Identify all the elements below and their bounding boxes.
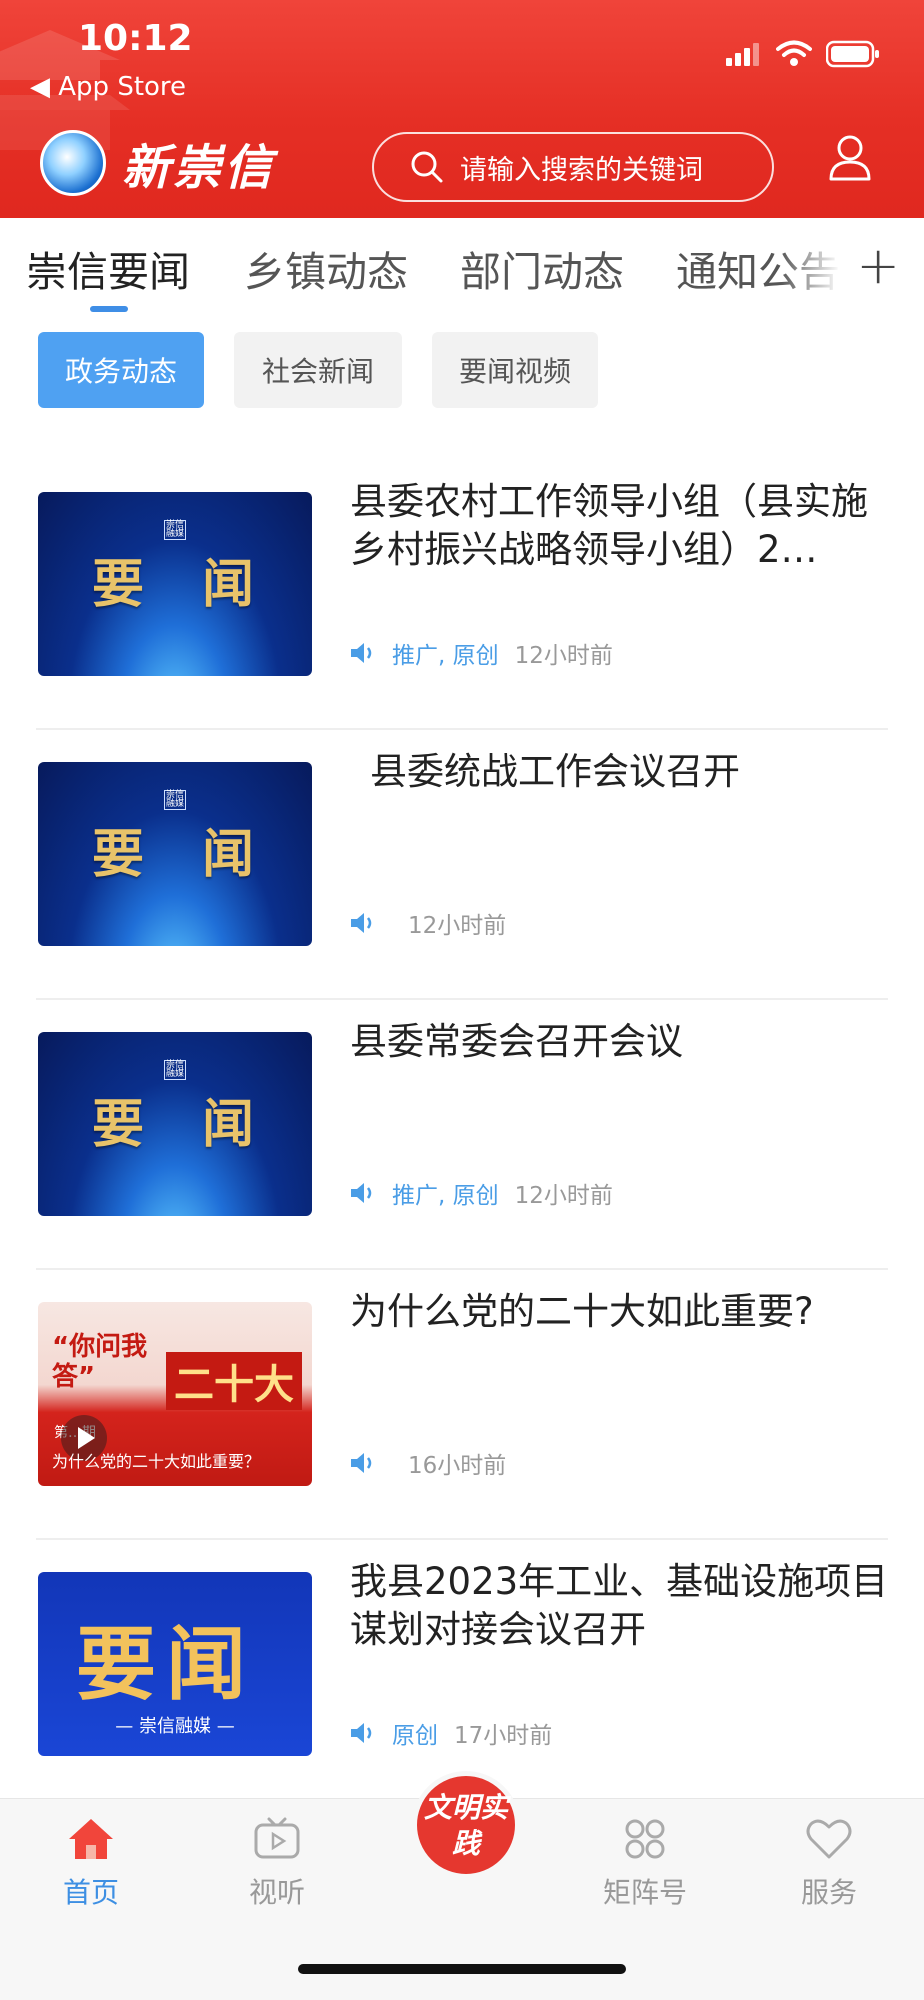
news-title: 县委农村工作领导小组（县实施乡村振兴战略领导小组）2… — [350, 480, 868, 571]
news-meta: 原创 17小时前 — [350, 1716, 552, 1750]
news-item[interactable]: “你问我答” 二十大 第…期 为什么党的二十大如此重要？ 为什么党的二十大如此重… — [36, 1270, 888, 1540]
news-meta: 推广, 原创 12小时前 — [350, 1176, 613, 1210]
news-thumbnail: 要闻 — 崇信融媒 — — [38, 1572, 312, 1756]
news-item[interactable]: 要闻 — 崇信融媒 — 我县2023年工业、基础设施项目谋划对接会议召开 原创 … — [36, 1540, 888, 1790]
thumbnail-text: 要 — [92, 555, 145, 615]
video-caption: 为什么党的二十大如此重要？ — [52, 1452, 261, 1471]
thumbnail-text: 要闻 — [76, 1618, 256, 1711]
civilization-practice-button[interactable]: 文明实践 — [412, 1771, 520, 1879]
news-item[interactable]: 崇信融媒 要 闻 县委常委会召开会议 推广, 原创 12小时前 — [36, 1000, 888, 1270]
subtab-society[interactable]: 社会新闻 — [234, 332, 402, 408]
subtab-video[interactable]: 要闻视频 — [432, 332, 598, 408]
news-time: 12小时前 — [514, 643, 613, 669]
tab-town-news[interactable]: 乡镇动态 — [244, 238, 408, 298]
nav-label: 视听 — [248, 1876, 305, 1909]
thumbnail-text: 闻 — [202, 825, 255, 885]
news-title: 为什么党的二十大如此重要? — [350, 1290, 814, 1333]
search-bar[interactable]: 请输入搜索的关键词 — [372, 132, 774, 202]
tab-chongxin-news[interactable]: 崇信要闻 — [26, 238, 190, 298]
signal-icon — [726, 43, 759, 66]
active-tab-indicator — [90, 306, 128, 312]
news-meta: 12小时前 — [350, 906, 506, 940]
nav-label: 服务 — [800, 1876, 857, 1909]
tab-fade — [780, 232, 840, 302]
speaker-icon[interactable] — [350, 642, 376, 664]
news-time: 16小时前 — [408, 1453, 507, 1479]
thumbnail-text: 闻 — [202, 1095, 255, 1155]
thumbnail-brand: 崇信融媒 — [164, 790, 186, 810]
video-big-text: 二十大 — [166, 1352, 302, 1410]
news-title: 县委常委会召开会议 — [350, 1020, 683, 1063]
thumbnail-text: 闻 — [202, 555, 255, 615]
thumbnail-brand: 崇信融媒 — [164, 520, 186, 540]
add-tab-icon[interactable]: + — [856, 236, 900, 296]
app-logo: 新崇信 — [40, 128, 275, 198]
battery-icon — [826, 40, 879, 68]
home-icon — [69, 1819, 113, 1859]
heart-icon — [806, 1819, 852, 1859]
app-header: 10:12 ◀ App Store 新崇信 请输入搜索的关键词 — [0, 0, 924, 218]
nav-audio-video[interactable]: 视听 — [222, 1817, 332, 1911]
app-name: 新崇信 — [122, 140, 276, 196]
grid-icon — [625, 1819, 665, 1859]
user-icon[interactable] — [828, 134, 872, 182]
news-tags: 推广, 原创 — [392, 1183, 499, 1209]
nav-services[interactable]: 服务 — [774, 1817, 884, 1911]
news-title: 县委统战工作会议召开 — [370, 750, 740, 793]
video-badge: “你问我答” — [52, 1332, 148, 1392]
news-item[interactable]: 崇信融媒 要 闻 县委农村工作领导小组（县实施乡村振兴战略领导小组）2… 推广,… — [36, 460, 888, 730]
thumbnail-text: 要 — [92, 825, 145, 885]
nav-label: 矩阵号 — [602, 1876, 687, 1909]
thumbnail-text: 要 — [92, 1095, 145, 1155]
news-thumbnail: 崇信融媒 要 闻 — [38, 762, 312, 946]
news-item[interactable]: 崇信融媒 要 闻 县委统战工作会议召开 12小时前 — [36, 730, 888, 1000]
home-indicator — [298, 1964, 626, 1974]
nav-label: 首页 — [62, 1876, 119, 1909]
news-meta: 推广, 原创 12小时前 — [350, 636, 613, 670]
search-placeholder: 请输入搜索的关键词 — [460, 154, 703, 186]
thumbnail-brand: 崇信融媒 — [164, 1060, 186, 1080]
search-icon — [411, 151, 443, 183]
subtab-government[interactable]: 政务动态 — [38, 332, 204, 408]
news-meta: 16小时前 — [350, 1446, 506, 1480]
wifi-icon — [776, 40, 812, 66]
nav-home[interactable]: 首页 — [36, 1817, 146, 1911]
news-title: 我县2023年工业、基础设施项目谋划对接会议召开 — [350, 1560, 889, 1651]
status-icons — [726, 40, 880, 68]
thumbnail-caption: — 崇信融媒 — — [115, 1716, 235, 1737]
news-time: 12小时前 — [514, 1183, 613, 1209]
video-thumbnail: “你问我答” 二十大 第…期 为什么党的二十大如此重要？ — [38, 1302, 312, 1486]
logo-mark — [40, 130, 106, 196]
news-time: 17小时前 — [454, 1723, 553, 1749]
news-tags: 原创 — [392, 1723, 438, 1749]
news-thumbnail: 崇信融媒 要 闻 — [38, 1032, 312, 1216]
news-time: 12小时前 — [408, 913, 507, 939]
nav-matrix[interactable]: 矩阵号 — [590, 1817, 700, 1911]
speaker-icon[interactable] — [350, 1452, 376, 1474]
news-tags: 推广, 原创 — [392, 643, 499, 669]
status-time: 10:12 — [78, 18, 193, 59]
back-to-app-store[interactable]: ◀ App Store — [30, 72, 186, 102]
speaker-icon[interactable] — [350, 1722, 376, 1744]
news-thumbnail: 崇信融媒 要 闻 — [38, 492, 312, 676]
tv-icon — [254, 1817, 300, 1859]
speaker-icon[interactable] — [350, 1182, 376, 1204]
speaker-icon[interactable] — [350, 912, 376, 934]
tab-department-news[interactable]: 部门动态 — [460, 238, 624, 298]
category-tabs: 崇信要闻 乡镇动态 部门动态 通知公告 + — [0, 232, 924, 312]
